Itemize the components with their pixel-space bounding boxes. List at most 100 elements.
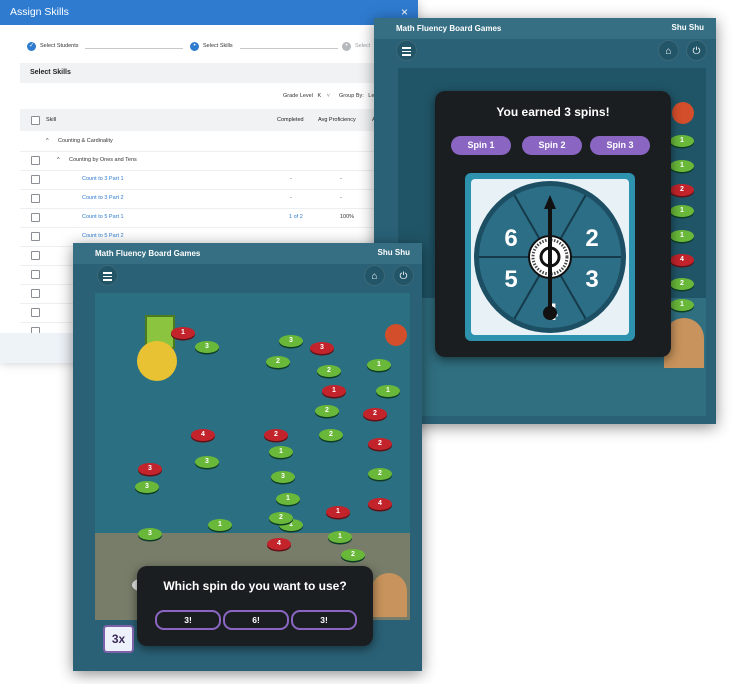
game-header: Math Fluency Board Games Shu Shu — [73, 243, 422, 264]
board-pad: 4 — [368, 498, 392, 510]
board-pad: 1 — [208, 519, 232, 531]
step-dot-icon: • — [342, 42, 351, 51]
spin-option-3-button[interactable]: 3! — [291, 610, 357, 630]
spin-option-1-button[interactable]: 3! — [155, 610, 221, 630]
spin-3-button[interactable]: Spin 3 — [590, 136, 650, 155]
dialog-titlebar: Assign Skills × — [0, 0, 418, 25]
board-pad: 3 — [279, 335, 303, 347]
board-pad: 1 — [326, 506, 350, 518]
row-checkbox[interactable] — [31, 289, 40, 298]
board-pad: 3 — [195, 456, 219, 468]
board-pad: 3 — [310, 342, 334, 354]
board-pad: 1 — [670, 135, 694, 147]
game-title: Math Fluency Board Games — [396, 24, 502, 33]
home-icon[interactable]: ⌂ — [364, 265, 385, 286]
board-pad: 3 — [195, 341, 219, 353]
home-icon[interactable]: ⌂ — [658, 40, 679, 61]
wheel-number: 3 — [585, 266, 598, 293]
finish-flag-icon — [672, 102, 694, 124]
board-pad: 4 — [267, 538, 291, 550]
table-row[interactable]: Count to 3 Part 1 - - — [20, 170, 418, 190]
board-pad: 3 — [271, 471, 295, 483]
row-checkbox[interactable] — [31, 194, 40, 203]
row-checkbox[interactable] — [31, 232, 40, 241]
spin-1-button[interactable]: Spin 1 — [451, 136, 511, 155]
board-pad: 1 — [367, 359, 391, 371]
group-row-counting-cardinality[interactable]: ^ Counting & Cardinality — [20, 132, 418, 152]
row-checkbox[interactable] — [31, 251, 40, 260]
player-start-pad — [137, 341, 177, 381]
menu-icon[interactable] — [396, 40, 417, 61]
wheel-number: 6 — [504, 225, 517, 252]
step-connector — [240, 48, 338, 49]
spins-earned-heading: You earned 3 spins! — [496, 105, 610, 119]
row-checkbox[interactable] — [31, 308, 40, 317]
row-checkbox[interactable] — [31, 156, 40, 165]
user-name: Shu Shu — [671, 23, 704, 32]
multiplier-badge: 3x — [103, 625, 134, 653]
finish-flag-icon — [385, 324, 407, 346]
panel-footer — [0, 333, 75, 363]
check-icon: ✓ — [27, 42, 36, 51]
cave-decoration — [371, 573, 407, 617]
board-pad: 2 — [319, 429, 343, 441]
chevron-up-icon: ^ — [46, 138, 49, 144]
user-name: Shu Shu — [377, 248, 410, 257]
board-pad: 2 — [264, 429, 288, 441]
board-pad: 3 — [138, 528, 162, 540]
step-connector — [85, 48, 183, 49]
menu-icon[interactable] — [97, 265, 118, 286]
spins-earned-dialog: You earned 3 spins! Spin 1 Spin 2 Spin 3… — [435, 91, 671, 357]
wheel-number: 5 — [504, 266, 517, 293]
group-row-counting-ones-tens[interactable]: ^ Counting by Ones and Tens — [20, 151, 418, 171]
power-icon[interactable]: ⏻ — [686, 40, 707, 61]
board-pad: 2 — [315, 405, 339, 417]
grade-level-filter[interactable]: Grade Level K ˅ — [283, 93, 330, 99]
select-all-checkbox[interactable] — [31, 116, 40, 125]
board-pad: 2 — [317, 365, 341, 377]
board-game-window-choose: Math Fluency Board Games Shu Shu ⌂ ⏻ 133… — [73, 243, 422, 671]
board-pad: 1 — [328, 531, 352, 543]
board-pad: 1 — [322, 385, 346, 397]
board-game-window-spins: Math Fluency Board Games Shu Shu ⌂ ⏻ 1 1 2… — [374, 18, 716, 424]
table-row[interactable]: Count to 5 Part 1 1 of 2 100% — [20, 208, 418, 228]
spinner-wheel[interactable]: 6 2 5 3 4 — [471, 179, 629, 335]
game-header: Math Fluency Board Games Shu Shu — [374, 18, 716, 39]
chevron-up-icon: ^ — [57, 157, 60, 163]
board-pad: 2 — [269, 512, 293, 524]
board-pad: 1 — [670, 299, 694, 311]
board-pad: 2 — [341, 549, 365, 561]
table-header: Skill Completed Avg Proficiency A — [20, 109, 418, 131]
board-pad: 1 — [670, 160, 694, 172]
board-pad: 1 — [670, 230, 694, 242]
board-pad: 3 — [138, 463, 162, 475]
choose-spin-dialog: Which spin do you want to use? 3! 6! 3! — [137, 566, 373, 646]
board-pad: 2 — [670, 278, 694, 290]
wheel-number: 2 — [585, 225, 598, 252]
game-title: Math Fluency Board Games — [95, 249, 201, 258]
spin-2-button[interactable]: Spin 2 — [522, 136, 582, 155]
board-pad: 2 — [368, 438, 392, 450]
dialog-title: Assign Skills — [10, 6, 69, 18]
table-row[interactable]: Count to 3 Part 2 - - — [20, 189, 418, 209]
board-pad: 4 — [191, 429, 215, 441]
section-header: Select Skills — [20, 63, 418, 83]
power-icon[interactable]: ⏻ — [393, 265, 414, 286]
board-pad: 1 — [670, 205, 694, 217]
board-pad: 3 — [135, 481, 159, 493]
board-pad: 1 — [376, 385, 400, 397]
board-pad: 2 — [363, 408, 387, 420]
board-pad: 1 — [269, 446, 293, 458]
board-pad: 1 — [171, 327, 195, 339]
choose-spin-question: Which spin do you want to use? — [163, 579, 347, 593]
board-pad: 4 — [670, 254, 694, 266]
chevron-down-icon: ˅ — [326, 93, 330, 99]
spinner-frame: 6 2 5 3 4 — [465, 173, 635, 341]
row-checkbox[interactable] — [31, 175, 40, 184]
board-pad: 1 — [276, 493, 300, 505]
spinner-backdrop: 6 2 5 3 4 — [471, 179, 629, 335]
row-checkbox[interactable] — [31, 213, 40, 222]
board-pad: 2 — [368, 468, 392, 480]
row-checkbox[interactable] — [31, 270, 40, 279]
spin-option-2-button[interactable]: 6! — [223, 610, 289, 630]
